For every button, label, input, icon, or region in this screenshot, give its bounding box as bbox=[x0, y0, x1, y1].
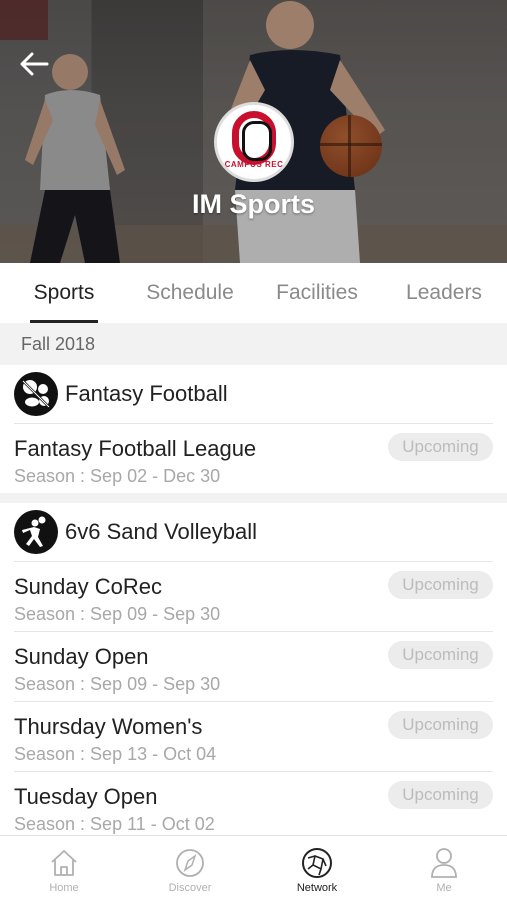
nav-label: Network bbox=[296, 882, 338, 894]
sport-title: Fantasy Football bbox=[65, 381, 228, 406]
tab-schedule[interactable]: Schedule bbox=[140, 263, 240, 323]
league-row[interactable]: Sunday CoRec Season : Sep 09 - Sep 30 Up… bbox=[14, 561, 493, 631]
back-button[interactable] bbox=[16, 48, 52, 80]
nav-home[interactable]: Home bbox=[9, 836, 119, 900]
league-name: Tuesday Open bbox=[14, 784, 158, 809]
volleyball-player-icon bbox=[14, 510, 58, 554]
league-season: Season : Sep 11 - Oct 02 bbox=[14, 814, 215, 834]
league-season: Season : Sep 02 - Dec 30 bbox=[14, 466, 221, 486]
home-icon bbox=[48, 846, 80, 880]
league-row[interactable]: Fantasy Football League Season : Sep 02 … bbox=[14, 423, 493, 493]
status-badge: Upcoming bbox=[388, 711, 493, 739]
league-row[interactable]: Thursday Women's Season : Sep 13 - Oct 0… bbox=[14, 701, 493, 771]
network-icon bbox=[301, 846, 333, 880]
page-title: IM Sports bbox=[191, 189, 315, 219]
sports-list[interactable]: Fall 2018 Fantasy Football Fantasy Footb… bbox=[0, 323, 507, 835]
tab-leaders[interactable]: Leaders bbox=[400, 263, 488, 323]
sport-group-header[interactable]: Fantasy Football bbox=[0, 365, 507, 423]
org-logo: CAMPUS REC bbox=[214, 102, 294, 182]
status-badge: Upcoming bbox=[388, 641, 493, 669]
logo-text: CAMPUS REC bbox=[224, 160, 284, 169]
league-season: Season : Sep 09 - Sep 30 bbox=[14, 674, 221, 694]
league-row[interactable]: Sunday Open Season : Sep 09 - Sep 30 Upc… bbox=[14, 631, 493, 701]
nav-label: Home bbox=[49, 882, 79, 894]
nav-network[interactable]: Network bbox=[262, 836, 372, 900]
nav-label: Me bbox=[436, 882, 452, 894]
nav-label: Discover bbox=[168, 882, 212, 894]
league-name: Sunday CoRec bbox=[14, 574, 162, 599]
tab-bar: Sports Schedule Facilities Leaders bbox=[0, 263, 507, 323]
person-icon bbox=[428, 846, 460, 880]
bottom-nav: Home Discover Network Me bbox=[0, 835, 507, 900]
tab-facilities[interactable]: Facilities bbox=[268, 263, 366, 323]
arrow-left-icon bbox=[20, 52, 49, 76]
sport-group-header[interactable]: 6v6 Sand Volleyball bbox=[0, 503, 507, 561]
league-name: Thursday Women's bbox=[14, 714, 203, 739]
league-name: Fantasy Football League bbox=[14, 436, 257, 461]
term-header: Fall 2018 bbox=[0, 323, 507, 365]
sport-title: 6v6 Sand Volleyball bbox=[65, 519, 258, 544]
status-badge: Upcoming bbox=[388, 433, 493, 461]
league-season: Season : Sep 09 - Sep 30 bbox=[14, 604, 221, 624]
league-season: Season : Sep 13 - Oct 04 bbox=[14, 744, 217, 764]
nav-discover[interactable]: Discover bbox=[135, 836, 245, 900]
compass-icon bbox=[174, 846, 206, 880]
multi-sport-icon bbox=[14, 372, 58, 416]
tab-sports[interactable]: Sports bbox=[30, 263, 98, 323]
status-badge: Upcoming bbox=[388, 571, 493, 599]
league-row[interactable]: Tuesday Open Season : Sep 11 - Oct 02 Up… bbox=[14, 771, 493, 835]
logo-mark bbox=[232, 111, 276, 165]
nav-me[interactable]: Me bbox=[389, 836, 499, 900]
league-name: Sunday Open bbox=[14, 644, 149, 669]
status-badge: Upcoming bbox=[388, 781, 493, 809]
sport-group: Fantasy Football Fantasy Football League… bbox=[0, 365, 507, 493]
sport-group: 6v6 Sand Volleyball Sunday CoRec Season … bbox=[0, 503, 507, 835]
